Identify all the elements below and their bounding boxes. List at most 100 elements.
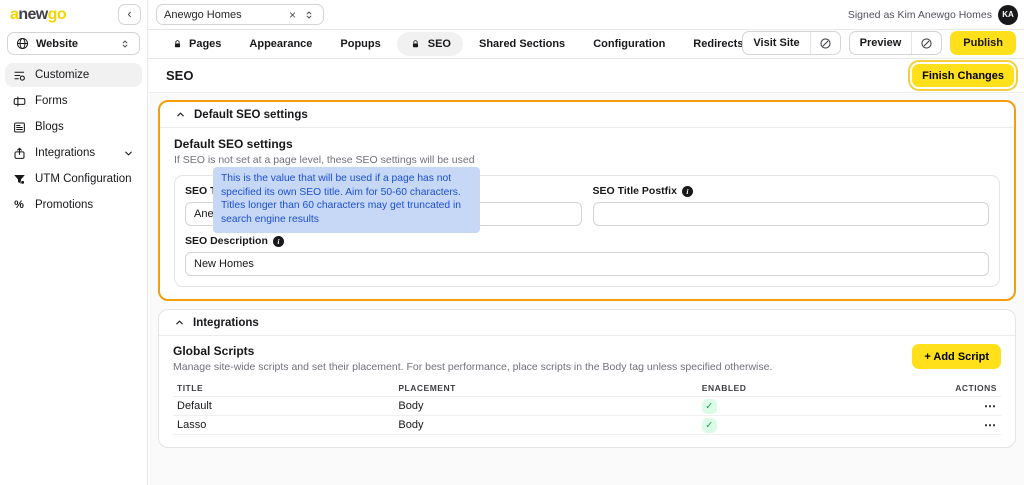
sidebar-item-promotions[interactable]: % Promotions [5,193,142,217]
check-icon: ✓ [705,401,713,412]
form-input-icon [12,94,26,108]
funnel-gear-icon [12,172,26,186]
chevron-down-icon [121,146,135,160]
preview-label[interactable]: Preview [850,32,912,54]
sliders-icon [12,68,26,82]
tab-label: Shared Sections [479,38,565,50]
sidebar: anewgo ‹ Website Customize [0,0,148,485]
website-section-select[interactable]: Website [7,32,140,55]
integrations-icon [12,146,26,160]
site-selector-value: Anewgo Homes [164,9,289,21]
global-scripts-title: Global Scripts [173,344,772,358]
sidebar-item-label: UTM Configuration [35,173,132,185]
info-icon[interactable]: i [273,236,284,247]
global-scripts-subtitle: Manage site-wide scripts and set their p… [173,361,772,373]
tab-label: Appearance [249,38,312,50]
sidebar-item-forms[interactable]: Forms [5,89,142,113]
preview-button[interactable]: Preview [849,31,943,55]
updown-chevron-icon [302,8,316,22]
link-icon[interactable] [811,32,840,54]
chevron-left-icon: ‹ [127,7,131,20]
updown-chevron-icon [118,37,132,51]
seo-description-label: SEO Description [185,235,268,247]
script-placement-cell: Body [398,419,701,431]
finish-changes-button[interactable]: Finish Changes [912,64,1014,87]
app-window: anewgo ‹ Website Customize [0,0,1024,485]
account-area: Signed as Kim Anewgo Homes KA [848,0,1018,29]
tab-pages[interactable]: Pages [158,32,233,56]
info-icon[interactable]: i [682,186,693,197]
column-header-actions: ACTIONS [882,383,997,393]
column-header-enabled: ENABLED [702,383,882,393]
script-title-cell: Lasso [177,419,398,431]
integrations-card: Integrations Global Scripts Manage site-… [158,309,1016,448]
main-tabs: Pages Appearance Popups SEO Shared Secti… [158,31,755,56]
seo-title-postfix-label: SEO Title Postfix [593,185,677,197]
enabled-check-badge: ✓ [702,418,717,433]
section-title: Default SEO settings [174,137,1000,151]
section-subtitle: If SEO is not set at a page level, these… [174,154,1000,166]
page-title: SEO [166,68,193,83]
sidebar-item-label: Customize [35,69,89,81]
row-actions-menu-button[interactable]: ⋯ [984,399,997,413]
globe-icon [15,37,29,51]
publish-button[interactable]: Publish [950,31,1016,55]
sidebar-nav: Customize Forms Blogs Integrations [0,58,147,222]
tab-label: Popups [340,38,380,50]
site-selector[interactable]: Anewgo Homes × [156,4,324,25]
visit-site-button[interactable]: Visit Site [742,31,840,55]
column-header-title: TITLE [177,383,398,393]
column-header-placement: PLACEMENT [398,383,701,393]
sidebar-item-label: Forms [35,95,68,107]
page-title-bar: SEO Finish Changes [149,59,1024,93]
tab-seo[interactable]: SEO [397,32,463,56]
blog-icon [12,120,26,134]
anewgo-logo: anewgo [10,6,66,24]
lock-icon [409,37,423,51]
tab-label: Configuration [593,38,665,50]
collapse-header-label: Default SEO settings [194,109,308,121]
table-row: Default Body ✓ ⋯ [173,397,1001,416]
header-divider [0,29,1024,30]
collapse-header-label: Integrations [193,317,259,329]
toolbar-divider [0,58,1024,59]
check-icon: ✓ [705,420,713,431]
tab-configuration[interactable]: Configuration [581,33,677,55]
sidebar-item-utm-configuration[interactable]: UTM Configuration [5,167,142,191]
seo-description-field: SEO Description i [185,235,989,276]
sidebar-item-integrations[interactable]: Integrations [5,141,142,165]
integrations-collapse-header[interactable]: Integrations [159,310,1015,336]
sidebar-item-blogs[interactable]: Blogs [5,115,142,139]
seo-title-postfix-field: SEO Title Postfix i [593,185,990,226]
chevron-up-icon [172,316,186,330]
chevron-up-icon [173,108,187,122]
seo-description-input[interactable] [185,252,989,276]
signed-in-label: Signed as Kim Anewgo Homes [848,9,992,21]
percent-icon: % [12,198,26,212]
scripts-table: TITLE PLACEMENT ENABLED ACTIONS Default … [173,380,1001,435]
tab-label: SEO [428,38,451,50]
avatar[interactable]: KA [998,5,1018,25]
tab-shared-sections[interactable]: Shared Sections [467,33,577,55]
collapse-sidebar-button[interactable]: ‹ [118,4,141,25]
clear-icon[interactable]: × [289,8,296,22]
sidebar-item-customize[interactable]: Customize [5,63,142,87]
visit-site-label[interactable]: Visit Site [743,32,809,54]
website-select-label: Website [36,38,78,50]
sidebar-item-label: Promotions [35,199,93,211]
link-icon[interactable] [912,32,941,54]
row-actions-menu-button[interactable]: ⋯ [984,418,997,432]
default-seo-collapse-header[interactable]: Default SEO settings [160,102,1014,128]
add-script-button[interactable]: + Add Script [912,344,1001,369]
tab-popups[interactable]: Popups [328,33,392,55]
script-title-cell: Default [177,400,398,412]
tab-label: Redirects [693,38,743,50]
lock-icon [170,37,184,51]
sidebar-item-label: Integrations [35,147,95,159]
script-placement-cell: Body [398,400,701,412]
tab-label: Pages [189,38,221,50]
enabled-check-badge: ✓ [702,399,717,414]
seo-title-postfix-input[interactable] [593,202,990,226]
tab-appearance[interactable]: Appearance [237,33,324,55]
table-row: Lasso Body ✓ ⋯ [173,416,1001,435]
